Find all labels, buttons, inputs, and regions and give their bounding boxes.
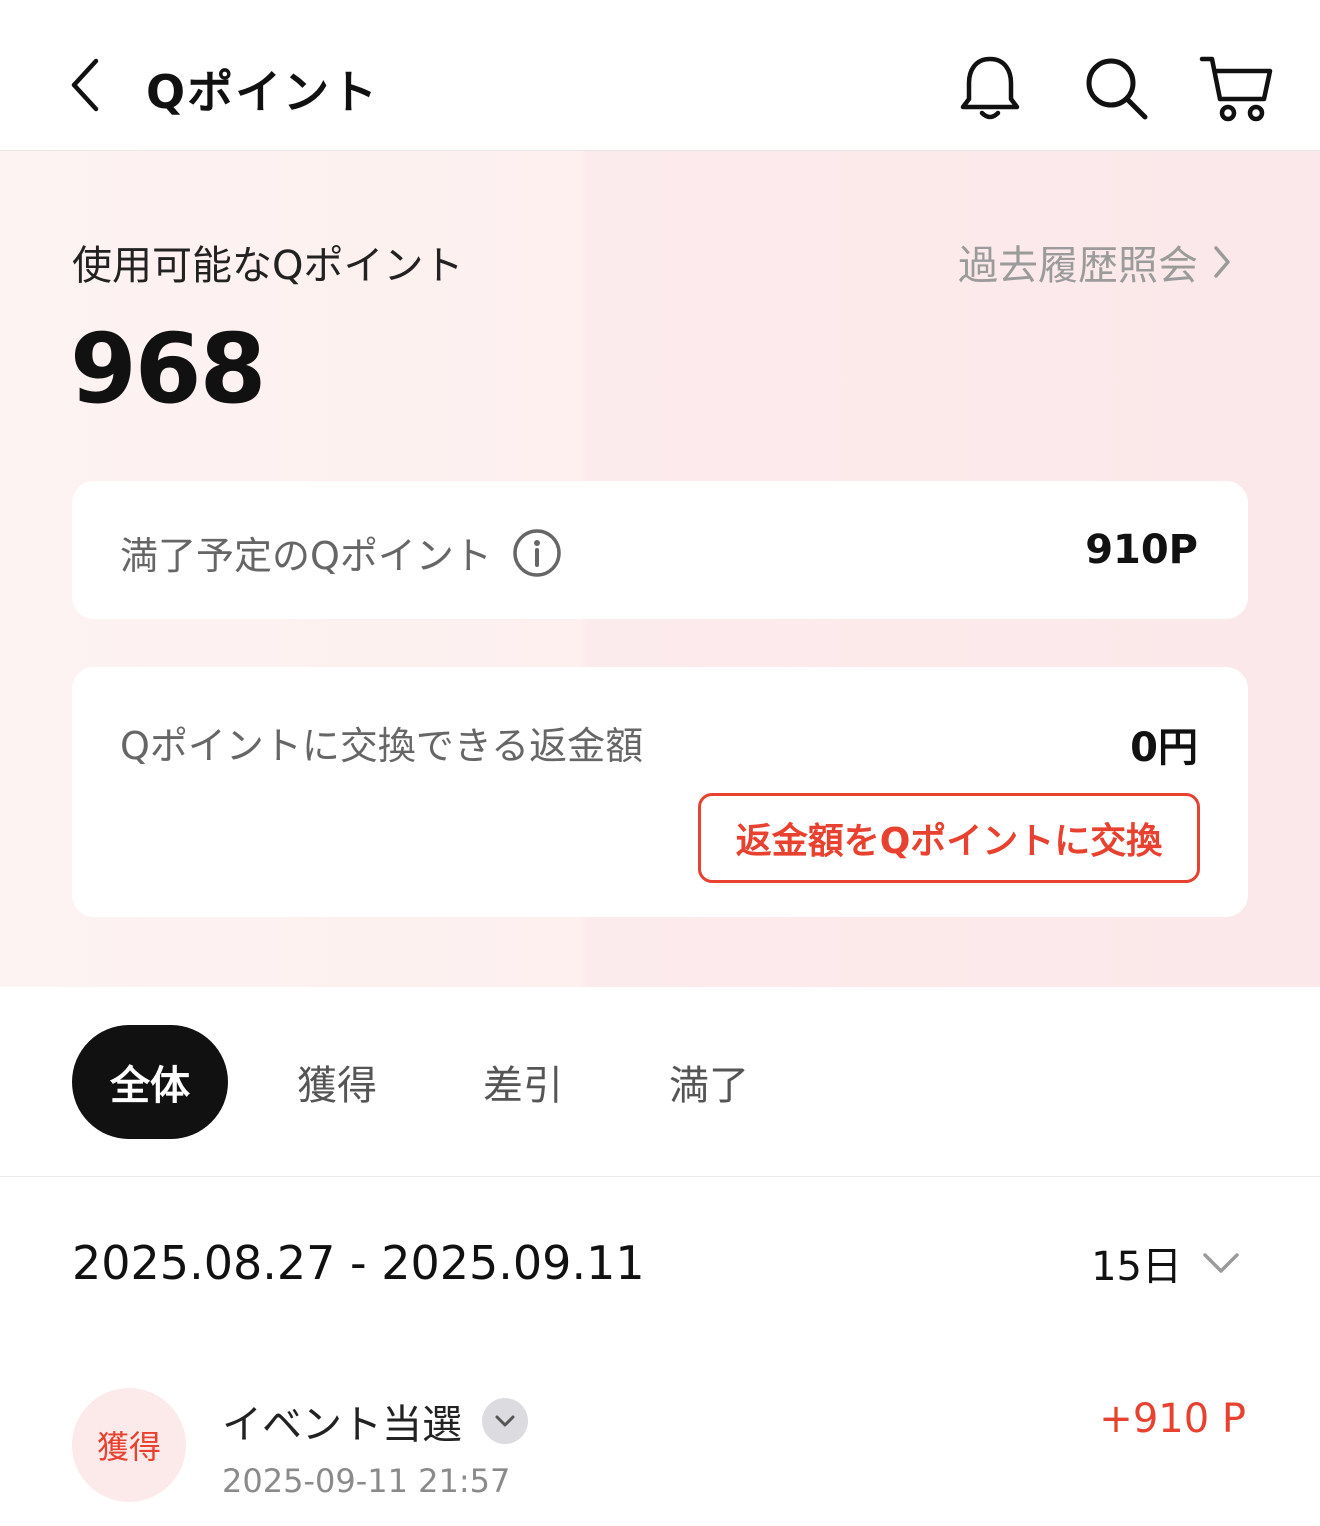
item-title: イベント当選 <box>222 1402 462 1448</box>
refund-value: 0円 <box>1130 725 1198 771</box>
points-summary: 使用可能なQポイント 過去履歴照会 968 満了予定のQポイント 910P Qポ… <box>0 151 1320 987</box>
chevron-down-icon <box>495 1415 515 1427</box>
tab-expired[interactable]: 満了 <box>664 1025 754 1139</box>
cart-button[interactable] <box>1196 48 1276 128</box>
back-chevron-icon <box>71 58 99 112</box>
available-points-label: 使用可能なQポイント <box>72 243 464 289</box>
tab-all[interactable]: 全体 <box>72 1025 228 1139</box>
page-title: Qポイント <box>146 65 380 119</box>
search-icon <box>1086 58 1148 120</box>
app-header: Qポイント <box>0 0 1320 151</box>
tab-deducted[interactable]: 差引 <box>478 1025 568 1139</box>
cart-icon <box>1199 56 1273 122</box>
back-button[interactable] <box>56 50 116 120</box>
item-title-row: イベント当選 <box>222 1392 528 1450</box>
filter-tabs: 全体 獲得 差引 満了 <box>0 987 1320 1177</box>
item-datetime: 2025-09-11 21:57 <box>222 1462 511 1500</box>
chevron-down-icon <box>1203 1253 1239 1273</box>
type-badge: 獲得 <box>72 1388 186 1502</box>
info-icon <box>513 528 561 577</box>
expand-button[interactable] <box>482 1398 528 1444</box>
period-dropdown[interactable]: 15日 <box>1091 1234 1240 1292</box>
expiring-points-row: 満了予定のQポイント <box>120 525 562 580</box>
tab-earned[interactable]: 獲得 <box>292 1025 382 1139</box>
history-link-label: 過去履歴照会 <box>958 243 1198 289</box>
info-button[interactable] <box>512 528 562 578</box>
available-points-value: 968 <box>70 313 266 425</box>
expiring-points-card: 満了予定のQポイント 910P <box>72 481 1248 619</box>
search-button[interactable] <box>1076 48 1156 128</box>
refund-card: Qポイントに交換できる返金額 0円 返金額をQポイントに交換 <box>72 667 1248 917</box>
expiring-points-value: 910P <box>1085 527 1198 573</box>
notification-button[interactable] <box>950 48 1030 128</box>
item-amount: +910 P <box>1099 1396 1246 1442</box>
refund-label: Qポイントに交換できる返金額 <box>120 724 644 768</box>
history-link[interactable]: 過去履歴照会 <box>958 233 1232 291</box>
period-value: 15日 <box>1091 1244 1182 1290</box>
bell-icon <box>960 56 1020 120</box>
list-item: 獲得 イベント当選 2025-09-11 21:57 +910 P <box>0 1380 1320 1526</box>
chevron-right-icon <box>1214 246 1230 278</box>
date-range: 2025.08.27 - 2025.09.11 <box>72 1236 645 1290</box>
exchange-refund-button[interactable]: 返金額をQポイントに交換 <box>698 793 1200 883</box>
expiring-points-label: 満了予定のQポイント <box>120 534 492 578</box>
